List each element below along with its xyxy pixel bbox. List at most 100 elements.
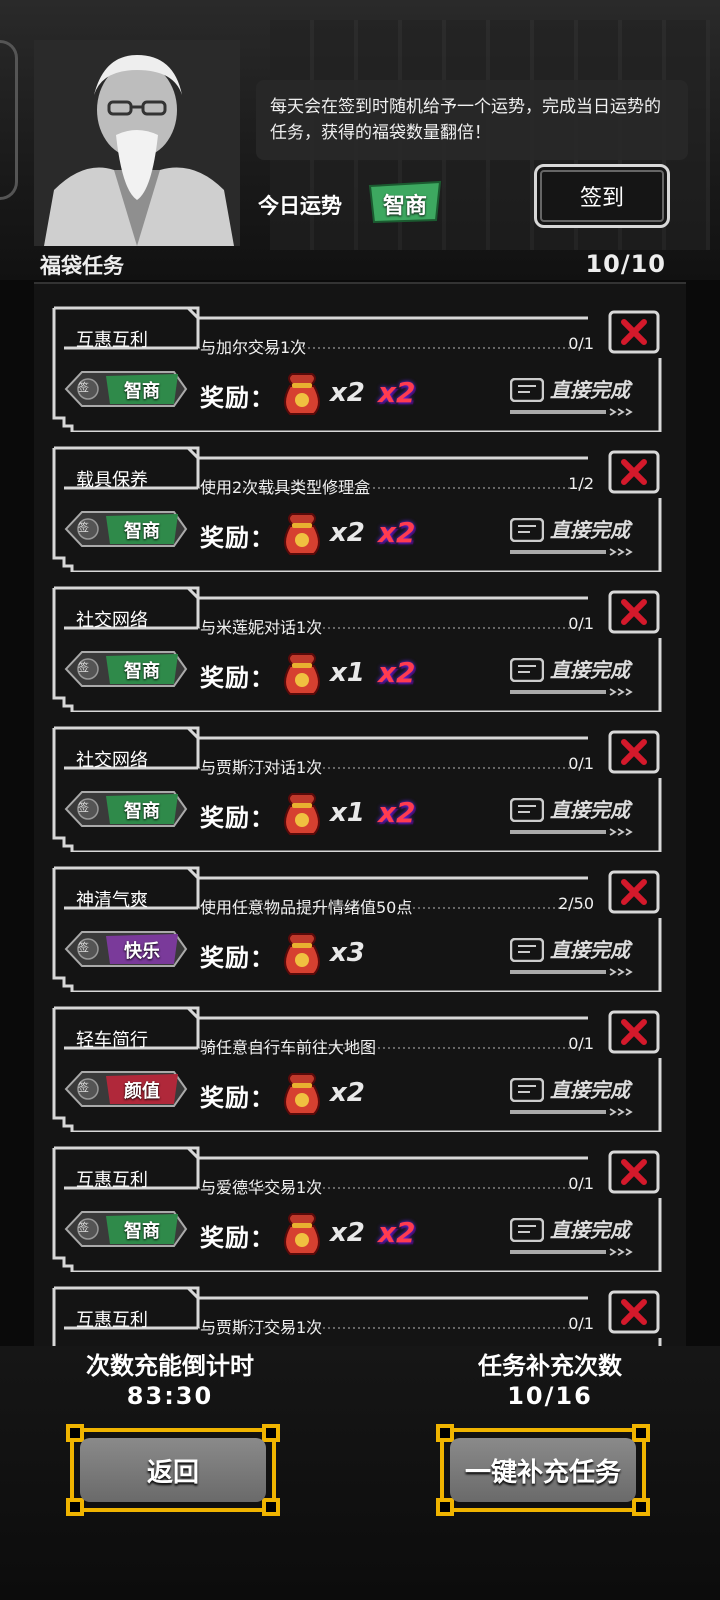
task-card: 互惠互利 与贾斯汀交易1次 0/1 签 智商 奖励： — [48, 1278, 670, 1346]
task-card: 载具保养 使用2次载具类型修理盒 1/2 签 智商 奖励： x2 x2 直接完成 — [48, 438, 670, 572]
refill-count-value: 10/16 — [507, 1382, 593, 1410]
reward-multiplier: x2 — [330, 518, 365, 548]
tag-sign: 签 — [78, 381, 89, 394]
task-description: 与贾斯汀对话1次 — [200, 758, 323, 777]
reward-multiplier: x2 — [330, 1078, 365, 1108]
reward-label: 奖励： — [200, 804, 275, 832]
ticket-icon — [510, 658, 544, 682]
reward-label: 奖励： — [200, 1084, 275, 1112]
close-icon[interactable] — [608, 1010, 660, 1054]
direct-complete-button[interactable]: 直接完成 — [510, 1210, 640, 1258]
ticket-icon — [510, 378, 544, 402]
task-description: 使用2次载具类型修理盒 — [200, 478, 371, 497]
task-card: 互惠互利 与加尔交易1次 0/1 签 智商 奖励： x2 x2 直接完成 — [48, 298, 670, 432]
direct-complete-button[interactable]: 直接完成 — [510, 930, 640, 978]
direct-complete-label: 直接完成 — [550, 1218, 630, 1242]
task-category: 互惠互利 — [76, 330, 148, 351]
lucky-bag-icon — [284, 1213, 320, 1255]
task-progress: 0/1 — [568, 1174, 594, 1193]
double-bonus: x2 — [378, 1216, 416, 1249]
task-card: 互惠互利 与爱德华交易1次 0/1 签 智商 奖励： x2 x2 直接完成 — [48, 1138, 670, 1272]
tag-sign: 签 — [78, 521, 89, 534]
task-progress: 1/2 — [568, 474, 594, 493]
refill-all-button[interactable]: 一键补充任务 — [436, 1424, 650, 1516]
ticket-icon — [510, 1078, 544, 1102]
back-button[interactable]: 返回 — [66, 1424, 280, 1516]
progress-arrows — [510, 408, 633, 416]
ticket-icon — [510, 518, 544, 542]
reward-label: 奖励： — [200, 1224, 275, 1252]
corner-decoration — [262, 1498, 280, 1516]
task-category: 载具保养 — [76, 470, 148, 491]
progress-arrows — [510, 968, 633, 976]
countdown-title: 次数充能倒计时 — [86, 1352, 254, 1380]
double-bonus: x2 — [378, 516, 416, 549]
task-category: 神清气爽 — [76, 890, 148, 911]
task-progress: 0/1 — [568, 334, 594, 353]
task-category: 互惠互利 — [76, 1170, 148, 1191]
fortune-tag: 签 智商 — [64, 648, 188, 690]
tag-label: 快乐 — [124, 941, 160, 962]
direct-complete-button[interactable]: 直接完成 — [510, 370, 640, 418]
close-icon[interactable] — [608, 730, 660, 774]
direct-complete-button[interactable]: 直接完成 — [510, 1070, 640, 1118]
task-card: 轻车简行 骑任意自行车前往大地图 0/1 签 颜值 奖励： x2 直接完成 — [48, 998, 670, 1132]
tag-sign: 签 — [78, 941, 89, 954]
close-icon[interactable] — [608, 870, 660, 914]
progress-arrows — [510, 548, 633, 556]
tag-label: 智商 — [124, 381, 160, 402]
tag-label: 智商 — [124, 801, 160, 822]
reward-multiplier: x1 — [330, 798, 365, 828]
tag-sign: 签 — [78, 801, 89, 814]
task-card: 社交网络 与米莲妮对话1次 0/1 签 智商 奖励： x1 x2 直接完成 — [48, 578, 670, 712]
tag-sign: 签 — [78, 1221, 89, 1234]
direct-complete-label: 直接完成 — [550, 938, 630, 962]
reward-multiplier: x2 — [330, 378, 365, 408]
close-icon[interactable] — [608, 310, 660, 354]
fortune-tag: 签 快乐 — [64, 928, 188, 970]
progress-arrows — [510, 1108, 633, 1116]
signin-button[interactable]: 签到 — [534, 164, 670, 228]
fortune-badge: 智商 — [366, 180, 444, 224]
tag-label: 智商 — [124, 521, 160, 542]
reward-label: 奖励： — [200, 524, 275, 552]
task-category: 社交网络 — [76, 750, 148, 771]
lucky-bag-icon — [284, 933, 320, 975]
close-icon[interactable] — [608, 1150, 660, 1194]
progress-arrows — [510, 1248, 633, 1256]
task-progress: 0/1 — [568, 754, 594, 773]
task-list[interactable]: 互惠互利 与加尔交易1次 0/1 签 智商 奖励： x2 x2 直接完成 载具保… — [34, 282, 686, 1346]
fortune-tag: 签 颜值 — [64, 1068, 188, 1110]
direct-complete-button[interactable]: 直接完成 — [510, 650, 640, 698]
fortune-description: 每天会在签到时随机给予一个运势，完成当日运势的任务，获得的福袋数量翻倍！ — [256, 80, 688, 160]
ticket-icon — [510, 938, 544, 962]
direct-complete-button[interactable]: 直接完成 — [510, 510, 640, 558]
close-icon[interactable] — [608, 1290, 660, 1334]
task-category: 轻车简行 — [76, 1030, 148, 1051]
close-icon[interactable] — [608, 590, 660, 634]
section-title: 福袋任务 — [40, 254, 124, 278]
task-category: 社交网络 — [76, 610, 148, 631]
left-decoration — [0, 40, 18, 200]
fortune-tag: 签 智商 — [64, 508, 188, 550]
reward-multiplier: x3 — [330, 938, 365, 968]
double-bonus: x2 — [378, 376, 416, 409]
corner-decoration — [436, 1424, 454, 1442]
corner-decoration — [262, 1424, 280, 1442]
section-count: 10/10 — [585, 250, 666, 278]
reward-label: 奖励： — [200, 384, 275, 412]
task-description: 使用任意物品提升情绪值50点 — [200, 898, 413, 917]
task-description: 骑任意自行车前往大地图 — [200, 1038, 377, 1057]
close-icon[interactable] — [608, 450, 660, 494]
task-card: 社交网络 与贾斯汀对话1次 0/1 签 智商 奖励： x1 x2 直接完成 — [48, 718, 670, 852]
task-progress: 2/50 — [558, 894, 594, 913]
corner-decoration — [66, 1498, 84, 1516]
reward-label: 奖励： — [200, 944, 275, 972]
direct-complete-button[interactable]: 直接完成 — [510, 790, 640, 838]
progress-arrows — [510, 688, 633, 696]
lucky-bag-icon — [284, 793, 320, 835]
corner-decoration — [66, 1424, 84, 1442]
task-progress: 0/1 — [568, 1314, 594, 1333]
ticket-icon — [510, 798, 544, 822]
ticket-icon — [510, 1218, 544, 1242]
